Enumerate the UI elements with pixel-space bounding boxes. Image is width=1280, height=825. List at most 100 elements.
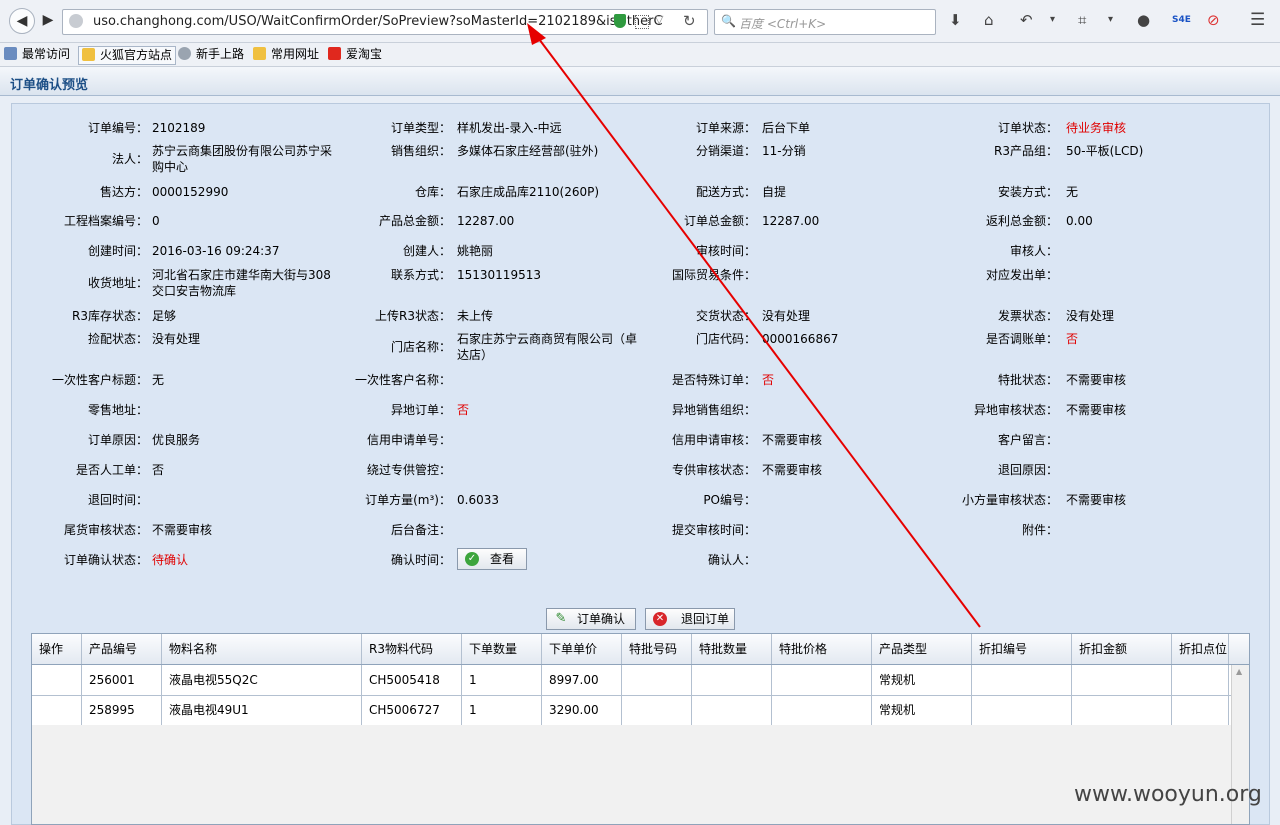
field-label: 捡配状态：: [87, 332, 148, 346]
column-header[interactable]: 操作: [32, 634, 82, 664]
field-label: 售达方：: [99, 185, 148, 199]
bookmarks-bar: 最常访问 火狐官方站点 新手上路 常用网址 爱淘宝: [0, 43, 1280, 67]
field-label: 后台备注：: [390, 523, 451, 537]
view-button-label: 查看: [490, 552, 515, 566]
table-cell: [972, 665, 1072, 695]
field-label: PO编号：: [703, 493, 756, 507]
page-header: 订单确认预览: [0, 67, 1280, 96]
globe-icon: [69, 14, 83, 28]
field-label: 提交审核时间：: [671, 523, 756, 537]
column-header[interactable]: 特批价格: [772, 634, 872, 664]
qr-code-icon[interactable]: [635, 15, 649, 29]
table-cell: [972, 695, 1072, 725]
field-label: 产品总金额：: [378, 214, 451, 228]
column-header[interactable]: 下单数量: [462, 634, 542, 664]
field-label: 退回时间：: [87, 493, 148, 507]
field-value: 不需要审核: [1066, 493, 1127, 507]
confirm-order-button[interactable]: ✎ 订单确认: [546, 608, 636, 630]
bookmark-firefox[interactable]: 火狐官方站点: [78, 46, 177, 65]
field-label: 尾货审核状态：: [63, 523, 148, 537]
field-label: 对应发出单：: [985, 268, 1058, 282]
table-cell: [692, 695, 772, 725]
table-cell: [772, 665, 872, 695]
table-cell: 256001: [82, 665, 162, 695]
forward-icon[interactable]: ▶: [36, 8, 60, 32]
globe-icon: [178, 47, 191, 60]
field-label: 一次性客户名称：: [354, 373, 451, 387]
bookmark-common-sites[interactable]: 常用网址: [253, 46, 319, 63]
bookmark-most-visited[interactable]: 最常访问: [4, 46, 70, 63]
column-header[interactable]: 特批号码: [622, 634, 692, 664]
field-label: 审核时间：: [695, 244, 756, 258]
screenshot-menu-icon[interactable]: ▾: [1108, 11, 1113, 29]
translate-icon[interactable]: S4E: [1172, 11, 1191, 29]
scroll-up-icon[interactable]: ▲: [1236, 667, 1242, 676]
addon-icon[interactable]: ⊘: [1207, 11, 1220, 29]
field-label: 异地审核状态：: [973, 403, 1058, 417]
table-row[interactable]: 256001 液晶电视55Q2C CH5005418 1 8997.00 常规机: [32, 665, 1231, 696]
field-label: 门店代码：: [695, 332, 756, 346]
field-label: 异地销售组织：: [671, 403, 756, 417]
table-cell: [1172, 695, 1229, 725]
column-header[interactable]: R3物料代码: [362, 634, 462, 664]
field-label: 退回原因：: [997, 463, 1058, 477]
search-placeholder: 百度 <Ctrl+K>: [739, 17, 827, 31]
column-header[interactable]: 折扣点位: [1172, 634, 1229, 664]
field-label: 返利总金额：: [985, 214, 1058, 228]
undo-menu-icon[interactable]: ▾: [1050, 11, 1055, 29]
undo-icon[interactable]: ↶: [1020, 11, 1033, 29]
url-text: uso.changhong.com/USO/WaitConfirmOrder/S…: [93, 14, 663, 29]
column-header[interactable]: 物料名称: [162, 634, 362, 664]
reject-order-button[interactable]: ✕ 退回订单: [645, 608, 735, 630]
bookmark-getting-started[interactable]: 新手上路: [178, 46, 244, 63]
back-icon[interactable]: ◀: [9, 8, 35, 34]
home-icon[interactable]: ⌂: [984, 11, 994, 29]
dropdown-arrow-icon[interactable]: ▽: [655, 13, 663, 26]
screenshot-icon[interactable]: ⌗: [1078, 11, 1086, 29]
field-label: 一次性客户标题：: [51, 373, 148, 387]
column-header[interactable]: 特批数量: [692, 634, 772, 664]
field-label: 仓库：: [414, 185, 451, 199]
field-label: 订单总金额：: [683, 214, 756, 228]
column-header[interactable]: 产品类型: [872, 634, 972, 664]
view-attachment-button[interactable]: ✓ 查看: [457, 548, 527, 570]
table-cell: [692, 665, 772, 695]
table-cell: [772, 695, 872, 725]
menu-icon[interactable]: ☰: [1250, 11, 1265, 29]
bookmark-label: 新手上路: [196, 47, 245, 61]
field-label: 信用申请审核：: [671, 433, 756, 447]
table-row[interactable]: 258995 液晶电视49U1 CH5006727 1 3290.00 常规机: [32, 695, 1231, 726]
field-label: 交货状态：: [695, 309, 756, 323]
field-label: 联系方式：: [390, 268, 451, 282]
column-header[interactable]: 下单单价: [542, 634, 622, 664]
field-value: 否: [1066, 332, 1079, 346]
search-box[interactable]: 🔍 百度 <Ctrl+K>: [714, 9, 936, 35]
field-label: 订单编号：: [87, 121, 148, 135]
address-bar[interactable]: uso.changhong.com/USO/WaitConfirmOrder/S…: [62, 9, 708, 35]
field-label: 创建人：: [402, 244, 451, 258]
field-label: 客户留言：: [997, 433, 1058, 447]
shield-icon[interactable]: [614, 14, 626, 28]
table-cell: [622, 695, 692, 725]
reload-icon[interactable]: ↻: [683, 12, 696, 30]
field-label: 订单来源：: [695, 121, 756, 135]
field-value: 50-平板(LCD): [1066, 144, 1144, 158]
folder-icon: [82, 48, 95, 61]
column-header[interactable]: 折扣金额: [1072, 634, 1172, 664]
field-value: 没有处理: [1066, 309, 1115, 323]
grid-empty-area: [32, 725, 1231, 824]
field-label: 上传R3状态：: [375, 309, 451, 323]
table-cell: CH5005418: [362, 665, 462, 695]
field-label: 确认时间：: [390, 553, 451, 567]
check-icon: ✓: [465, 552, 479, 566]
field-label: 配送方式：: [695, 185, 756, 199]
table-cell: 常规机: [872, 695, 972, 725]
download-icon[interactable]: ⬇: [949, 11, 962, 29]
chat-icon[interactable]: ●: [1137, 11, 1150, 29]
field-label: 绕过专供管控：: [366, 463, 451, 477]
column-header[interactable]: 产品编号: [82, 634, 162, 664]
bookmark-label: 爱淘宝: [346, 47, 383, 61]
column-header[interactable]: 折扣编号: [972, 634, 1072, 664]
folder-icon: [4, 47, 17, 60]
bookmark-taobao[interactable]: 爱淘宝: [328, 46, 382, 63]
